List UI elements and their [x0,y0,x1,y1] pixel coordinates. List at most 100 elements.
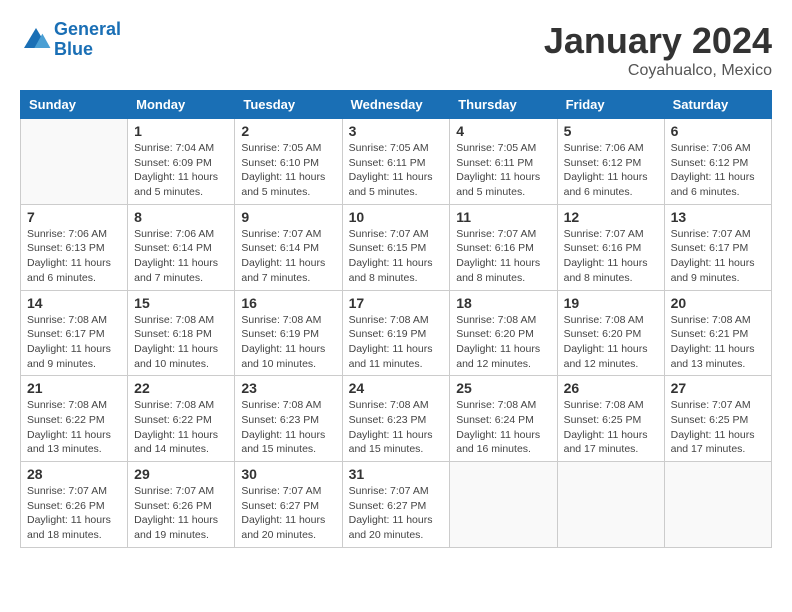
calendar-cell: 30 Sunrise: 7:07 AM Sunset: 6:27 PM Dayli… [235,462,342,548]
day-number: 23 [241,380,335,396]
calendar-cell: 23 Sunrise: 7:08 AM Sunset: 6:23 PM Dayli… [235,376,342,462]
day-number: 22 [134,380,228,396]
day-info: Sunrise: 7:07 AM Sunset: 6:27 PM Dayligh… [241,484,335,543]
location: Coyahualco, Mexico [544,62,772,80]
day-info: Sunrise: 7:07 AM Sunset: 6:14 PM Dayligh… [241,227,335,286]
weekday-header-wednesday: Wednesday [342,91,450,119]
day-info: Sunrise: 7:07 AM Sunset: 6:25 PM Dayligh… [671,398,765,457]
day-info: Sunrise: 7:07 AM Sunset: 6:27 PM Dayligh… [349,484,444,543]
logo-text: General Blue [54,20,121,60]
calendar-table: SundayMondayTuesdayWednesdayThursdayFrid… [20,90,772,548]
day-info: Sunrise: 7:07 AM Sunset: 6:26 PM Dayligh… [134,484,228,543]
calendar-cell: 18 Sunrise: 7:08 AM Sunset: 6:20 PM Dayli… [450,290,557,376]
day-info: Sunrise: 7:05 AM Sunset: 6:10 PM Dayligh… [241,141,335,200]
day-number: 24 [349,380,444,396]
day-number: 30 [241,466,335,482]
day-info: Sunrise: 7:08 AM Sunset: 6:25 PM Dayligh… [564,398,658,457]
day-number: 13 [671,209,765,225]
day-number: 19 [564,295,658,311]
week-row-4: 21 Sunrise: 7:08 AM Sunset: 6:22 PM Dayli… [21,376,772,462]
day-info: Sunrise: 7:07 AM Sunset: 6:17 PM Dayligh… [671,227,765,286]
day-number: 26 [564,380,658,396]
day-info: Sunrise: 7:07 AM Sunset: 6:15 PM Dayligh… [349,227,444,286]
calendar-cell: 21 Sunrise: 7:08 AM Sunset: 6:22 PM Dayli… [21,376,128,462]
day-info: Sunrise: 7:08 AM Sunset: 6:18 PM Dayligh… [134,313,228,372]
day-number: 17 [349,295,444,311]
calendar-cell [557,462,664,548]
page-header: General Blue January 2024 Coyahualco, Me… [20,20,772,80]
calendar-cell: 8 Sunrise: 7:06 AM Sunset: 6:14 PM Daylig… [128,204,235,290]
weekday-header-monday: Monday [128,91,235,119]
calendar-cell: 9Sunrise: 7:07 AM Sunset: 6:14 PM Daylig… [235,204,342,290]
calendar-cell: 10 Sunrise: 7:07 AM Sunset: 6:15 PM Dayli… [342,204,450,290]
calendar-cell: 19 Sunrise: 7:08 AM Sunset: 6:20 PM Dayli… [557,290,664,376]
calendar-cell: 7Sunrise: 7:06 AM Sunset: 6:13 PM Daylig… [21,204,128,290]
calendar-cell: 4 Sunrise: 7:05 AM Sunset: 6:11 PM Daylig… [450,119,557,205]
weekday-header-saturday: Saturday [664,91,771,119]
day-info: Sunrise: 7:06 AM Sunset: 6:14 PM Dayligh… [134,227,228,286]
day-info: Sunrise: 7:08 AM Sunset: 6:21 PM Dayligh… [671,313,765,372]
calendar-cell: 15 Sunrise: 7:08 AM Sunset: 6:18 PM Dayli… [128,290,235,376]
logo-icon [20,24,52,56]
calendar-cell: 2 Sunrise: 7:05 AM Sunset: 6:10 PM Daylig… [235,119,342,205]
day-number: 6 [671,123,765,139]
calendar-cell: 6 Sunrise: 7:06 AM Sunset: 6:12 PM Daylig… [664,119,771,205]
logo: General Blue [20,20,121,60]
calendar-cell: 3 Sunrise: 7:05 AM Sunset: 6:11 PM Daylig… [342,119,450,205]
day-info: Sunrise: 7:08 AM Sunset: 6:20 PM Dayligh… [456,313,550,372]
calendar-cell: 16 Sunrise: 7:08 AM Sunset: 6:19 PM Dayli… [235,290,342,376]
day-number: 2 [241,123,335,139]
day-info: Sunrise: 7:08 AM Sunset: 6:17 PM Dayligh… [27,313,121,372]
calendar-cell: 29 Sunrise: 7:07 AM Sunset: 6:26 PM Dayli… [128,462,235,548]
day-info: Sunrise: 7:05 AM Sunset: 6:11 PM Dayligh… [456,141,550,200]
calendar-cell: 14 Sunrise: 7:08 AM Sunset: 6:17 PM Dayli… [21,290,128,376]
day-info: Sunrise: 7:08 AM Sunset: 6:20 PM Dayligh… [564,313,658,372]
day-info: Sunrise: 7:08 AM Sunset: 6:19 PM Dayligh… [349,313,444,372]
week-row-5: 28 Sunrise: 7:07 AM Sunset: 6:26 PM Dayli… [21,462,772,548]
calendar-cell [21,119,128,205]
day-info: Sunrise: 7:06 AM Sunset: 6:12 PM Dayligh… [564,141,658,200]
calendar-cell: 27 Sunrise: 7:07 AM Sunset: 6:25 PM Dayli… [664,376,771,462]
calendar-cell: 22 Sunrise: 7:08 AM Sunset: 6:22 PM Dayli… [128,376,235,462]
day-number: 10 [349,209,444,225]
calendar-cell [450,462,557,548]
day-number: 8 [134,209,228,225]
day-info: Sunrise: 7:08 AM Sunset: 6:19 PM Dayligh… [241,313,335,372]
day-number: 11 [456,209,550,225]
weekday-header-thursday: Thursday [450,91,557,119]
day-info: Sunrise: 7:07 AM Sunset: 6:16 PM Dayligh… [456,227,550,286]
day-number: 14 [27,295,121,311]
day-number: 29 [134,466,228,482]
calendar-cell: 11 Sunrise: 7:07 AM Sunset: 6:16 PM Dayli… [450,204,557,290]
calendar-cell: 26 Sunrise: 7:08 AM Sunset: 6:25 PM Dayli… [557,376,664,462]
day-info: Sunrise: 7:06 AM Sunset: 6:13 PM Dayligh… [27,227,121,286]
day-info: Sunrise: 7:08 AM Sunset: 6:22 PM Dayligh… [134,398,228,457]
weekday-header-row: SundayMondayTuesdayWednesdayThursdayFrid… [21,91,772,119]
day-number: 27 [671,380,765,396]
day-number: 25 [456,380,550,396]
weekday-header-tuesday: Tuesday [235,91,342,119]
day-number: 3 [349,123,444,139]
calendar-cell: 31 Sunrise: 7:07 AM Sunset: 6:27 PM Dayli… [342,462,450,548]
day-info: Sunrise: 7:08 AM Sunset: 6:23 PM Dayligh… [241,398,335,457]
day-number: 15 [134,295,228,311]
day-number: 4 [456,123,550,139]
day-info: Sunrise: 7:07 AM Sunset: 6:16 PM Dayligh… [564,227,658,286]
calendar-cell: 5Sunrise: 7:06 AM Sunset: 6:12 PM Daylig… [557,119,664,205]
day-number: 21 [27,380,121,396]
calendar-cell: 20Sunrise: 7:08 AM Sunset: 6:21 PM Dayli… [664,290,771,376]
day-info: Sunrise: 7:08 AM Sunset: 6:23 PM Dayligh… [349,398,444,457]
day-number: 28 [27,466,121,482]
day-info: Sunrise: 7:08 AM Sunset: 6:22 PM Dayligh… [27,398,121,457]
day-info: Sunrise: 7:06 AM Sunset: 6:12 PM Dayligh… [671,141,765,200]
title-block: January 2024 Coyahualco, Mexico [544,20,772,80]
day-number: 18 [456,295,550,311]
day-info: Sunrise: 7:07 AM Sunset: 6:26 PM Dayligh… [27,484,121,543]
week-row-2: 7Sunrise: 7:06 AM Sunset: 6:13 PM Daylig… [21,204,772,290]
day-info: Sunrise: 7:04 AM Sunset: 6:09 PM Dayligh… [134,141,228,200]
day-number: 16 [241,295,335,311]
day-info: Sunrise: 7:05 AM Sunset: 6:11 PM Dayligh… [349,141,444,200]
day-number: 12 [564,209,658,225]
calendar-cell: 1Sunrise: 7:04 AM Sunset: 6:09 PM Daylig… [128,119,235,205]
day-number: 31 [349,466,444,482]
